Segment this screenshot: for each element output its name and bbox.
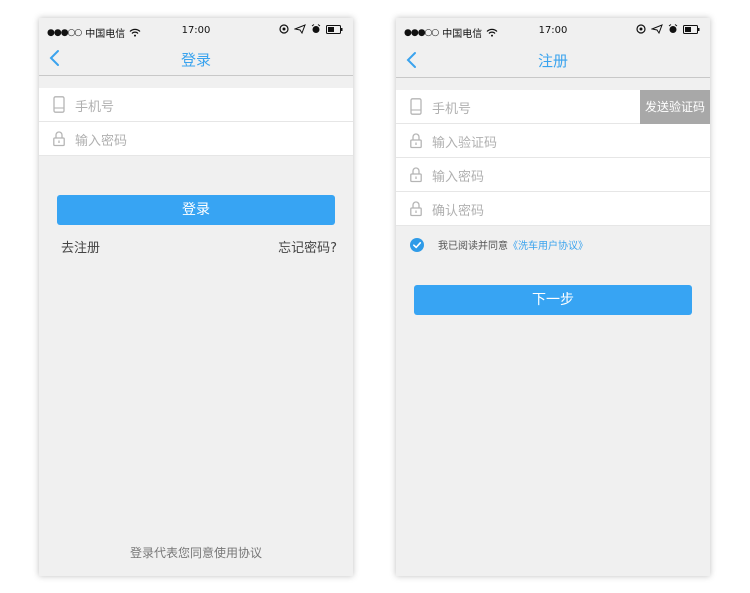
- page-title: 登录: [180, 51, 211, 69]
- agree-text: 我已阅读并同意: [438, 241, 508, 252]
- agreement-link[interactable]: 《洗车用户协议》: [508, 237, 588, 252]
- verification-code-placeholder: 输入验证码: [432, 136, 498, 151]
- agreement-row: 我已阅读并同意 《洗车用户协议》: [410, 237, 588, 252]
- status-icons: [636, 24, 700, 34]
- send-icon: [651, 24, 663, 34]
- verification-code-field[interactable]: 输入验证码: [396, 124, 710, 158]
- send-code-button[interactable]: 发送验证码: [640, 90, 710, 124]
- phone-icon: [410, 98, 422, 115]
- send-icon: [294, 24, 306, 34]
- lock-icon: [410, 133, 422, 149]
- register-link[interactable]: 去注册: [61, 237, 100, 256]
- nav-bar: 登录: [39, 44, 353, 76]
- agree-checkbox[interactable]: [410, 237, 424, 252]
- password-field[interactable]: 输入密码: [396, 158, 710, 192]
- register-screen: ●●●○○ 中国电信 17:00 注册 手机号 发送验证码 输入验证码 输入密码…: [396, 18, 710, 576]
- status-bar: ●●●○○ 中国电信 17:00: [396, 18, 710, 44]
- phone-field[interactable]: 手机号: [39, 88, 353, 122]
- alarm-icon: [311, 24, 321, 33]
- lock-icon: [53, 131, 65, 147]
- agreement-footer[interactable]: 登录代表您同意使用协议: [39, 544, 353, 561]
- location-icon: [279, 24, 289, 34]
- password-field[interactable]: 输入密码: [39, 122, 353, 156]
- check-icon: [413, 241, 422, 248]
- battery-icon: [326, 24, 343, 34]
- page-title: 注册: [537, 52, 568, 70]
- login-screen: ●●●○○ 中国电信 17:00 登录 手机号 输入密码 登录 去注册 忘记密码…: [39, 18, 353, 576]
- nav-bar: 注册: [396, 44, 710, 78]
- confirm-password-placeholder: 确认密码: [432, 204, 485, 219]
- login-button[interactable]: 登录: [57, 195, 335, 225]
- phone-field[interactable]: 手机号 发送验证码: [396, 90, 710, 124]
- alarm-icon: [668, 24, 678, 33]
- confirm-password-field[interactable]: 确认密码: [396, 192, 710, 226]
- phone-placeholder: 手机号: [75, 100, 115, 115]
- password-placeholder: 输入密码: [75, 134, 128, 149]
- lock-icon: [410, 167, 422, 183]
- password-placeholder: 输入密码: [432, 170, 485, 185]
- phone-placeholder: 手机号: [432, 102, 472, 117]
- lock-icon: [410, 201, 422, 217]
- next-step-button[interactable]: 下一步: [414, 285, 692, 315]
- battery-icon: [683, 24, 700, 34]
- location-icon: [636, 24, 646, 34]
- status-icons: [279, 24, 343, 34]
- forgot-password-link[interactable]: 忘记密码?: [278, 237, 337, 256]
- phone-icon: [53, 96, 65, 113]
- status-bar: ●●●○○ 中国电信 17:00: [39, 18, 353, 44]
